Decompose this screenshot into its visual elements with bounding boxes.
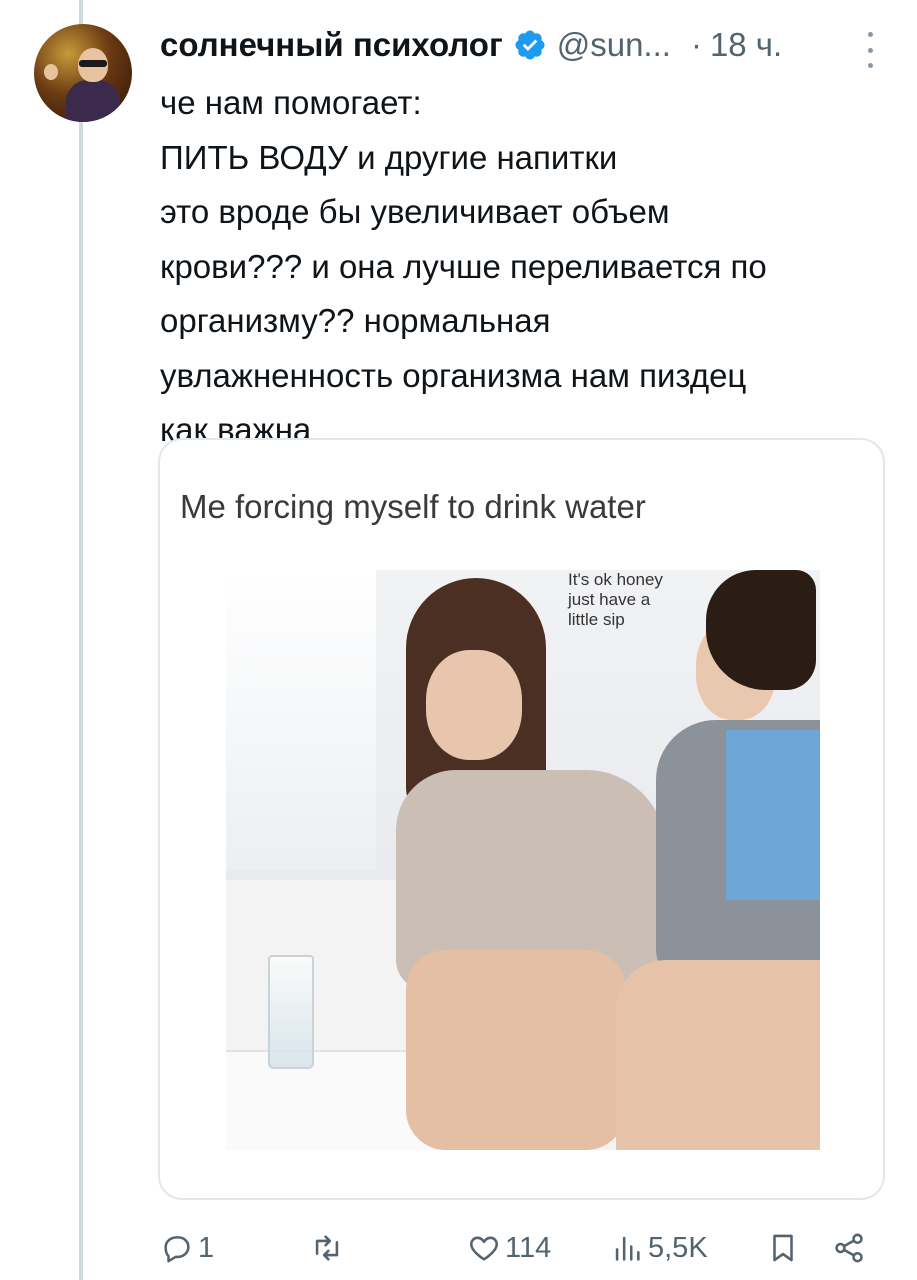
- speech-line: just have a: [568, 590, 651, 609]
- photo-woman-legs: [406, 950, 626, 1150]
- heart-icon: [470, 1236, 498, 1261]
- speech-line: It's ok honey: [568, 570, 663, 589]
- reply-button[interactable]: 1: [160, 1228, 214, 1268]
- avatar[interactable]: [34, 24, 132, 122]
- like-button[interactable]: 114: [467, 1228, 551, 1268]
- photo-therapist-legs: [616, 960, 820, 1150]
- tweet-line: че нам помогает:: [160, 84, 422, 121]
- bookmark-button[interactable]: [766, 1228, 800, 1268]
- photo-therapist-shirt: [726, 730, 820, 900]
- meme-photo: It's ok honey just have a little sip: [226, 570, 820, 1150]
- tweet-text: че нам помогает: ПИТЬ ВОДУ и другие напи…: [160, 76, 880, 458]
- action-bar: 1 114 5,5K: [160, 1228, 872, 1268]
- views-button[interactable]: 5,5K: [610, 1228, 708, 1268]
- photo-therapist-hair: [706, 570, 816, 690]
- media-card[interactable]: Me forcing myself to drink water It's ok…: [158, 438, 885, 1200]
- photo-woman-face: [426, 650, 522, 760]
- bar-chart-icon: [615, 1236, 640, 1261]
- author-name[interactable]: солнечный психолог: [160, 26, 503, 64]
- post-time[interactable]: 18 ч.: [710, 26, 782, 64]
- tweet-line: увлажненность организма нам пиздец: [160, 356, 747, 394]
- avatar-glasses: [79, 60, 107, 67]
- separator-dot: ·: [690, 26, 702, 63]
- meme-caption: Me forcing myself to drink water: [180, 488, 646, 525]
- reply-count: 1: [198, 1231, 215, 1264]
- retweet-icon: [315, 1235, 339, 1261]
- photo-window: [226, 570, 376, 870]
- meme-speech-text: It's ok honey just have a little sip: [568, 570, 718, 630]
- views-count: 5,5K: [648, 1231, 708, 1264]
- bookmark-icon: [773, 1234, 793, 1262]
- tweet-header: солнечный психолог @sun... · 18 ч.: [160, 24, 887, 66]
- tweet-line: крови??? и она лучше переливается по: [160, 247, 767, 285]
- tweet-line: это вроде бы увеличивает объем: [160, 193, 670, 230]
- verified-badge-icon: [513, 28, 547, 62]
- author-handle[interactable]: @sun...: [557, 26, 671, 64]
- tweet-line: организму?? нормальная: [160, 302, 551, 339]
- share-button[interactable]: [832, 1228, 866, 1268]
- tweet-line: ПИТЬ ВОДУ и другие напитки: [160, 138, 618, 176]
- comment-icon: [164, 1236, 190, 1263]
- avatar-body: [66, 80, 120, 122]
- thread-line: [79, 0, 83, 1280]
- more-vertical-icon[interactable]: [865, 32, 875, 68]
- avatar-hand: [44, 64, 58, 80]
- share-icon: [835, 1233, 863, 1263]
- retweet-button[interactable]: [310, 1228, 348, 1268]
- like-count: 114: [505, 1231, 552, 1264]
- water-glass: [268, 955, 314, 1069]
- speech-line: little sip: [568, 610, 625, 629]
